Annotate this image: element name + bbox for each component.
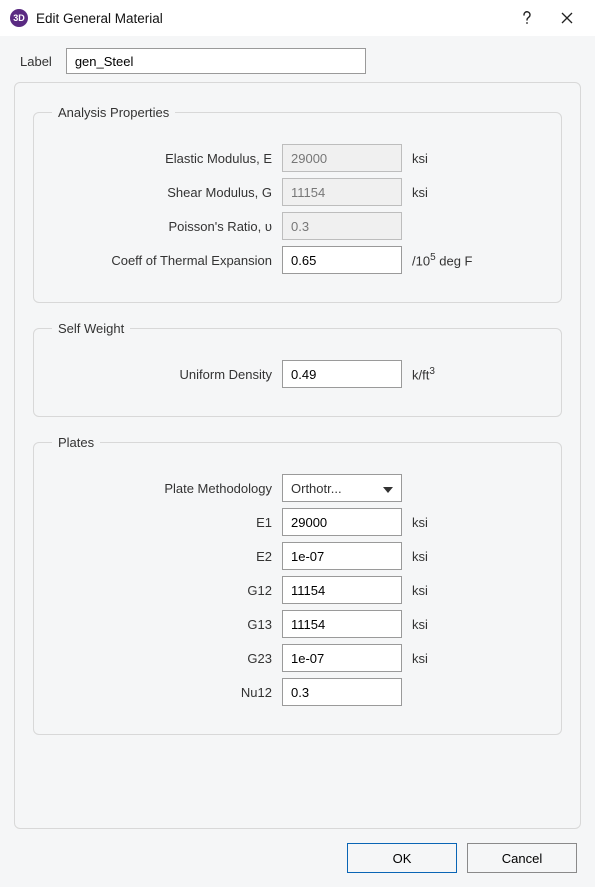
- g12-input[interactable]: [282, 576, 402, 604]
- methodology-label: Plate Methodology: [52, 481, 272, 496]
- poisson-row: Poisson's Ratio, υ: [52, 212, 543, 240]
- app-icon: 3D: [10, 9, 28, 27]
- thermal-unit: /105 deg F: [412, 252, 502, 268]
- g23-row: G23 ksi: [52, 644, 543, 672]
- close-button[interactable]: [547, 3, 587, 33]
- g13-input[interactable]: [282, 610, 402, 638]
- e2-row: E2 ksi: [52, 542, 543, 570]
- elastic-modulus-input: [282, 144, 402, 172]
- thermal-input[interactable]: [282, 246, 402, 274]
- e1-unit: ksi: [412, 515, 502, 530]
- g12-unit: ksi: [412, 583, 502, 598]
- g13-label: G13: [52, 617, 272, 632]
- methodology-select[interactable]: Orthotr...: [282, 474, 402, 502]
- shear-modulus-unit: ksi: [412, 185, 502, 200]
- cancel-button[interactable]: Cancel: [467, 843, 577, 873]
- plates-group: Plates Plate Methodology Orthotr... E1 k…: [33, 435, 562, 735]
- nu12-label: Nu12: [52, 685, 272, 700]
- thermal-row: Coeff of Thermal Expansion /105 deg F: [52, 246, 543, 274]
- e2-unit: ksi: [412, 549, 502, 564]
- g23-input[interactable]: [282, 644, 402, 672]
- titlebar: 3D Edit General Material: [0, 0, 595, 36]
- plates-legend: Plates: [52, 435, 100, 450]
- analysis-legend: Analysis Properties: [52, 105, 175, 120]
- g23-unit: ksi: [412, 651, 502, 666]
- dialog-body: Label Analysis Properties Elastic Modulu…: [0, 36, 595, 887]
- shear-modulus-label: Shear Modulus, G: [52, 185, 272, 200]
- shear-modulus-row: Shear Modulus, G ksi: [52, 178, 543, 206]
- chevron-down-icon: [383, 481, 393, 496]
- e1-input[interactable]: [282, 508, 402, 536]
- density-label: Uniform Density: [52, 367, 272, 382]
- e1-label: E1: [52, 515, 272, 530]
- g13-unit: ksi: [412, 617, 502, 632]
- label-row: Label: [14, 44, 581, 82]
- label-text: Label: [20, 54, 52, 69]
- nu12-input[interactable]: [282, 678, 402, 706]
- g13-row: G13 ksi: [52, 610, 543, 638]
- elastic-modulus-label: Elastic Modulus, E: [52, 151, 272, 166]
- elastic-modulus-row: Elastic Modulus, E ksi: [52, 144, 543, 172]
- g12-label: G12: [52, 583, 272, 598]
- self-weight-legend: Self Weight: [52, 321, 130, 336]
- density-row: Uniform Density k/ft3: [52, 360, 543, 388]
- poisson-input: [282, 212, 402, 240]
- poisson-label: Poisson's Ratio, υ: [52, 219, 272, 234]
- self-weight-group: Self Weight Uniform Density k/ft3: [33, 321, 562, 417]
- main-panel: Analysis Properties Elastic Modulus, E k…: [14, 82, 581, 829]
- thermal-label: Coeff of Thermal Expansion: [52, 253, 272, 268]
- help-button[interactable]: [507, 3, 547, 33]
- dialog-buttons: OK Cancel: [14, 829, 581, 873]
- window-title: Edit General Material: [36, 11, 507, 26]
- density-input[interactable]: [282, 360, 402, 388]
- methodology-value: Orthotr...: [291, 481, 342, 496]
- e1-row: E1 ksi: [52, 508, 543, 536]
- e2-input[interactable]: [282, 542, 402, 570]
- ok-button[interactable]: OK: [347, 843, 457, 873]
- e2-label: E2: [52, 549, 272, 564]
- density-unit: k/ft3: [412, 366, 502, 382]
- shear-modulus-input: [282, 178, 402, 206]
- nu12-row: Nu12: [52, 678, 543, 706]
- methodology-row: Plate Methodology Orthotr...: [52, 474, 543, 502]
- g23-label: G23: [52, 651, 272, 666]
- label-input[interactable]: [66, 48, 366, 74]
- analysis-properties-group: Analysis Properties Elastic Modulus, E k…: [33, 105, 562, 303]
- g12-row: G12 ksi: [52, 576, 543, 604]
- elastic-modulus-unit: ksi: [412, 151, 502, 166]
